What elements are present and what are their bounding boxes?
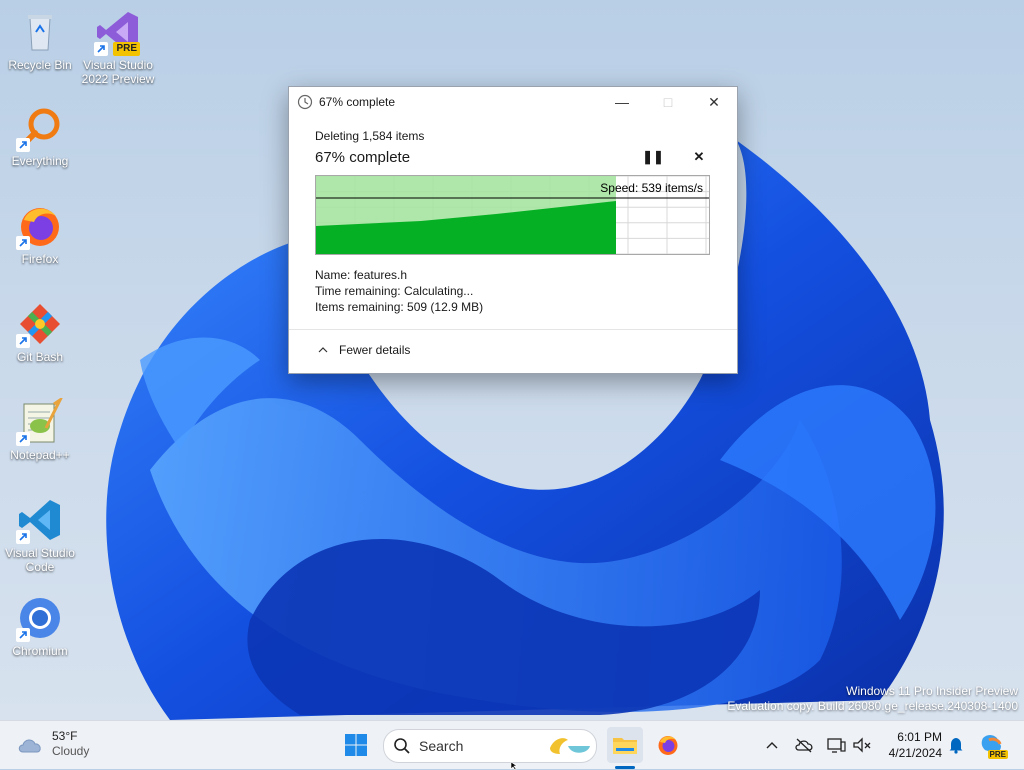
desktop-icon-label: Visual Studio Code [5, 546, 75, 574]
maximize-icon: □ [663, 94, 673, 110]
weather-temp: 53°F [52, 729, 78, 743]
file-explorer-icon [613, 738, 637, 754]
items-remaining-label: Items remaining: [315, 300, 404, 314]
start-button[interactable] [338, 727, 374, 763]
shortcut-arrow-icon [16, 138, 30, 152]
shortcut-arrow-icon [16, 334, 30, 348]
cancel-icon: ✕ [693, 149, 705, 164]
preview-badge: PRE [113, 42, 140, 56]
items-remaining-value: 509 (12.9 MB) [407, 300, 484, 314]
shortcut-arrow-icon [16, 236, 30, 250]
copilot-button[interactable]: PRE [978, 733, 1008, 759]
pause-button[interactable]: ❚❚ [641, 147, 665, 167]
speed-text: Speed: 539 items/s [600, 181, 703, 195]
percent-complete-text: 67% complete [315, 148, 411, 166]
shortcut-arrow-icon [16, 628, 30, 642]
close-window-button[interactable]: ✕ [691, 87, 737, 117]
firefox-icon [658, 736, 678, 755]
desktop-icon-recycle-bin[interactable]: Recycle Bin [0, 8, 80, 72]
desktop-icon-label: Everything [11, 154, 69, 168]
details-panel: Name: features.h Time remaining: Calcula… [315, 267, 711, 315]
windows-watermark: Windows 11 Pro Insider Preview Evaluatio… [727, 684, 1018, 714]
speaker-muted-icon [853, 737, 871, 753]
clock-icon [297, 94, 313, 110]
close-icon: ✕ [708, 93, 720, 110]
bell-icon [949, 738, 963, 754]
fewer-details-toggle[interactable]: Fewer details [289, 330, 737, 370]
delete-progress-dialog: 67% complete — □ ✕ Deleting 1,584 items … [288, 86, 738, 374]
fewer-details-label: Fewer details [339, 343, 411, 357]
desktop-icon-git-bash[interactable]: Git Bash [0, 300, 80, 364]
maximize-button: □ [645, 87, 691, 117]
minimize-button[interactable]: — [599, 87, 645, 117]
watermark-line-1: Windows 11 Pro Insider Preview [846, 684, 1018, 698]
taskbar-firefox[interactable] [650, 727, 686, 763]
monitor-icon [827, 738, 846, 753]
display-tray-button[interactable] [824, 733, 848, 757]
chevron-up-icon [766, 742, 778, 749]
time-remaining-value: Calculating... [403, 284, 474, 298]
notifications-button[interactable] [944, 733, 968, 757]
taskbar-file-explorer[interactable] [607, 727, 643, 763]
weather-widget[interactable]: 53°F Cloudy [16, 729, 89, 759]
chevron-up-icon [318, 347, 328, 353]
name-value: features.h [353, 268, 408, 282]
desktop-icon-label: Notepad++ [10, 448, 70, 462]
dialog-title: 67% complete [319, 95, 396, 109]
items-remaining-row: Items remaining: 509 (12.9 MB) [315, 299, 711, 315]
cancel-button[interactable]: ✕ [687, 147, 711, 167]
onedrive-tray-button[interactable] [792, 733, 816, 757]
desktop-icon-chromium[interactable]: Chromium [0, 594, 80, 658]
shortcut-arrow-icon [16, 432, 30, 446]
mouse-cursor-icon [510, 762, 518, 770]
show-hidden-icons-button[interactable] [760, 733, 784, 757]
pause-icon: ❚❚ [642, 149, 664, 164]
clock-time: 6:01 PM [897, 730, 942, 744]
cloud-icon [18, 739, 41, 753]
desktop-icon-label: Git Bash [16, 350, 64, 364]
desktop-icon-label: Chromium [12, 644, 68, 658]
search-placeholder: Search [419, 738, 464, 754]
taskbar-clock[interactable]: 6:01 PM 4/21/2024 [880, 729, 942, 761]
recycle-bin-icon [28, 15, 52, 51]
shortcut-arrow-icon [94, 42, 108, 56]
cloud-offline-icon [795, 738, 813, 753]
operation-text: Deleting 1,584 items [315, 129, 425, 143]
desktop-icon-vscode[interactable]: Visual Studio Code [0, 496, 80, 574]
search-icon [394, 738, 410, 754]
network-volume-tray-button[interactable] [850, 733, 874, 757]
desktop-icon-firefox[interactable]: Firefox [0, 202, 80, 266]
minimize-icon: — [615, 94, 629, 110]
search-highlight-icon [550, 738, 590, 754]
taskbar: 53°F Cloudy Search 6:01 PM 4/21/2024 PRE [0, 720, 1024, 770]
clock-date: 4/21/2024 [888, 746, 942, 760]
weather-desc: Cloudy [52, 744, 90, 758]
desktop-icon-notepad-plus-plus[interactable]: Notepad++ [0, 395, 80, 462]
desktop-icon-label: Visual Studio 2022 Preview [81, 58, 155, 86]
time-remaining-row: Time remaining: Calculating... [315, 283, 711, 299]
progress-speed-graph: Speed: 539 items/s [315, 175, 710, 255]
copilot-preview-badge: PRE [987, 750, 1008, 759]
name-row: Name: features.h [315, 267, 711, 283]
watermark-line-2: Evaluation copy. Build 26080.ge_release.… [727, 699, 1018, 713]
name-label: Name: [315, 268, 351, 282]
dialog-titlebar[interactable]: 67% complete — □ ✕ [289, 87, 737, 117]
desktop-icon-everything[interactable]: Everything [0, 104, 80, 168]
desktop-icon-label: Recycle Bin [8, 58, 72, 72]
desktop-icon-label: Firefox [21, 252, 59, 266]
windows-logo-icon [345, 734, 367, 756]
shortcut-arrow-icon [16, 530, 30, 544]
taskbar-search-box[interactable]: Search [383, 729, 597, 763]
desktop-icon-visual-studio-preview[interactable]: PRE Visual Studio 2022 Preview [78, 8, 158, 86]
time-remaining-label: Time remaining: [315, 284, 401, 298]
